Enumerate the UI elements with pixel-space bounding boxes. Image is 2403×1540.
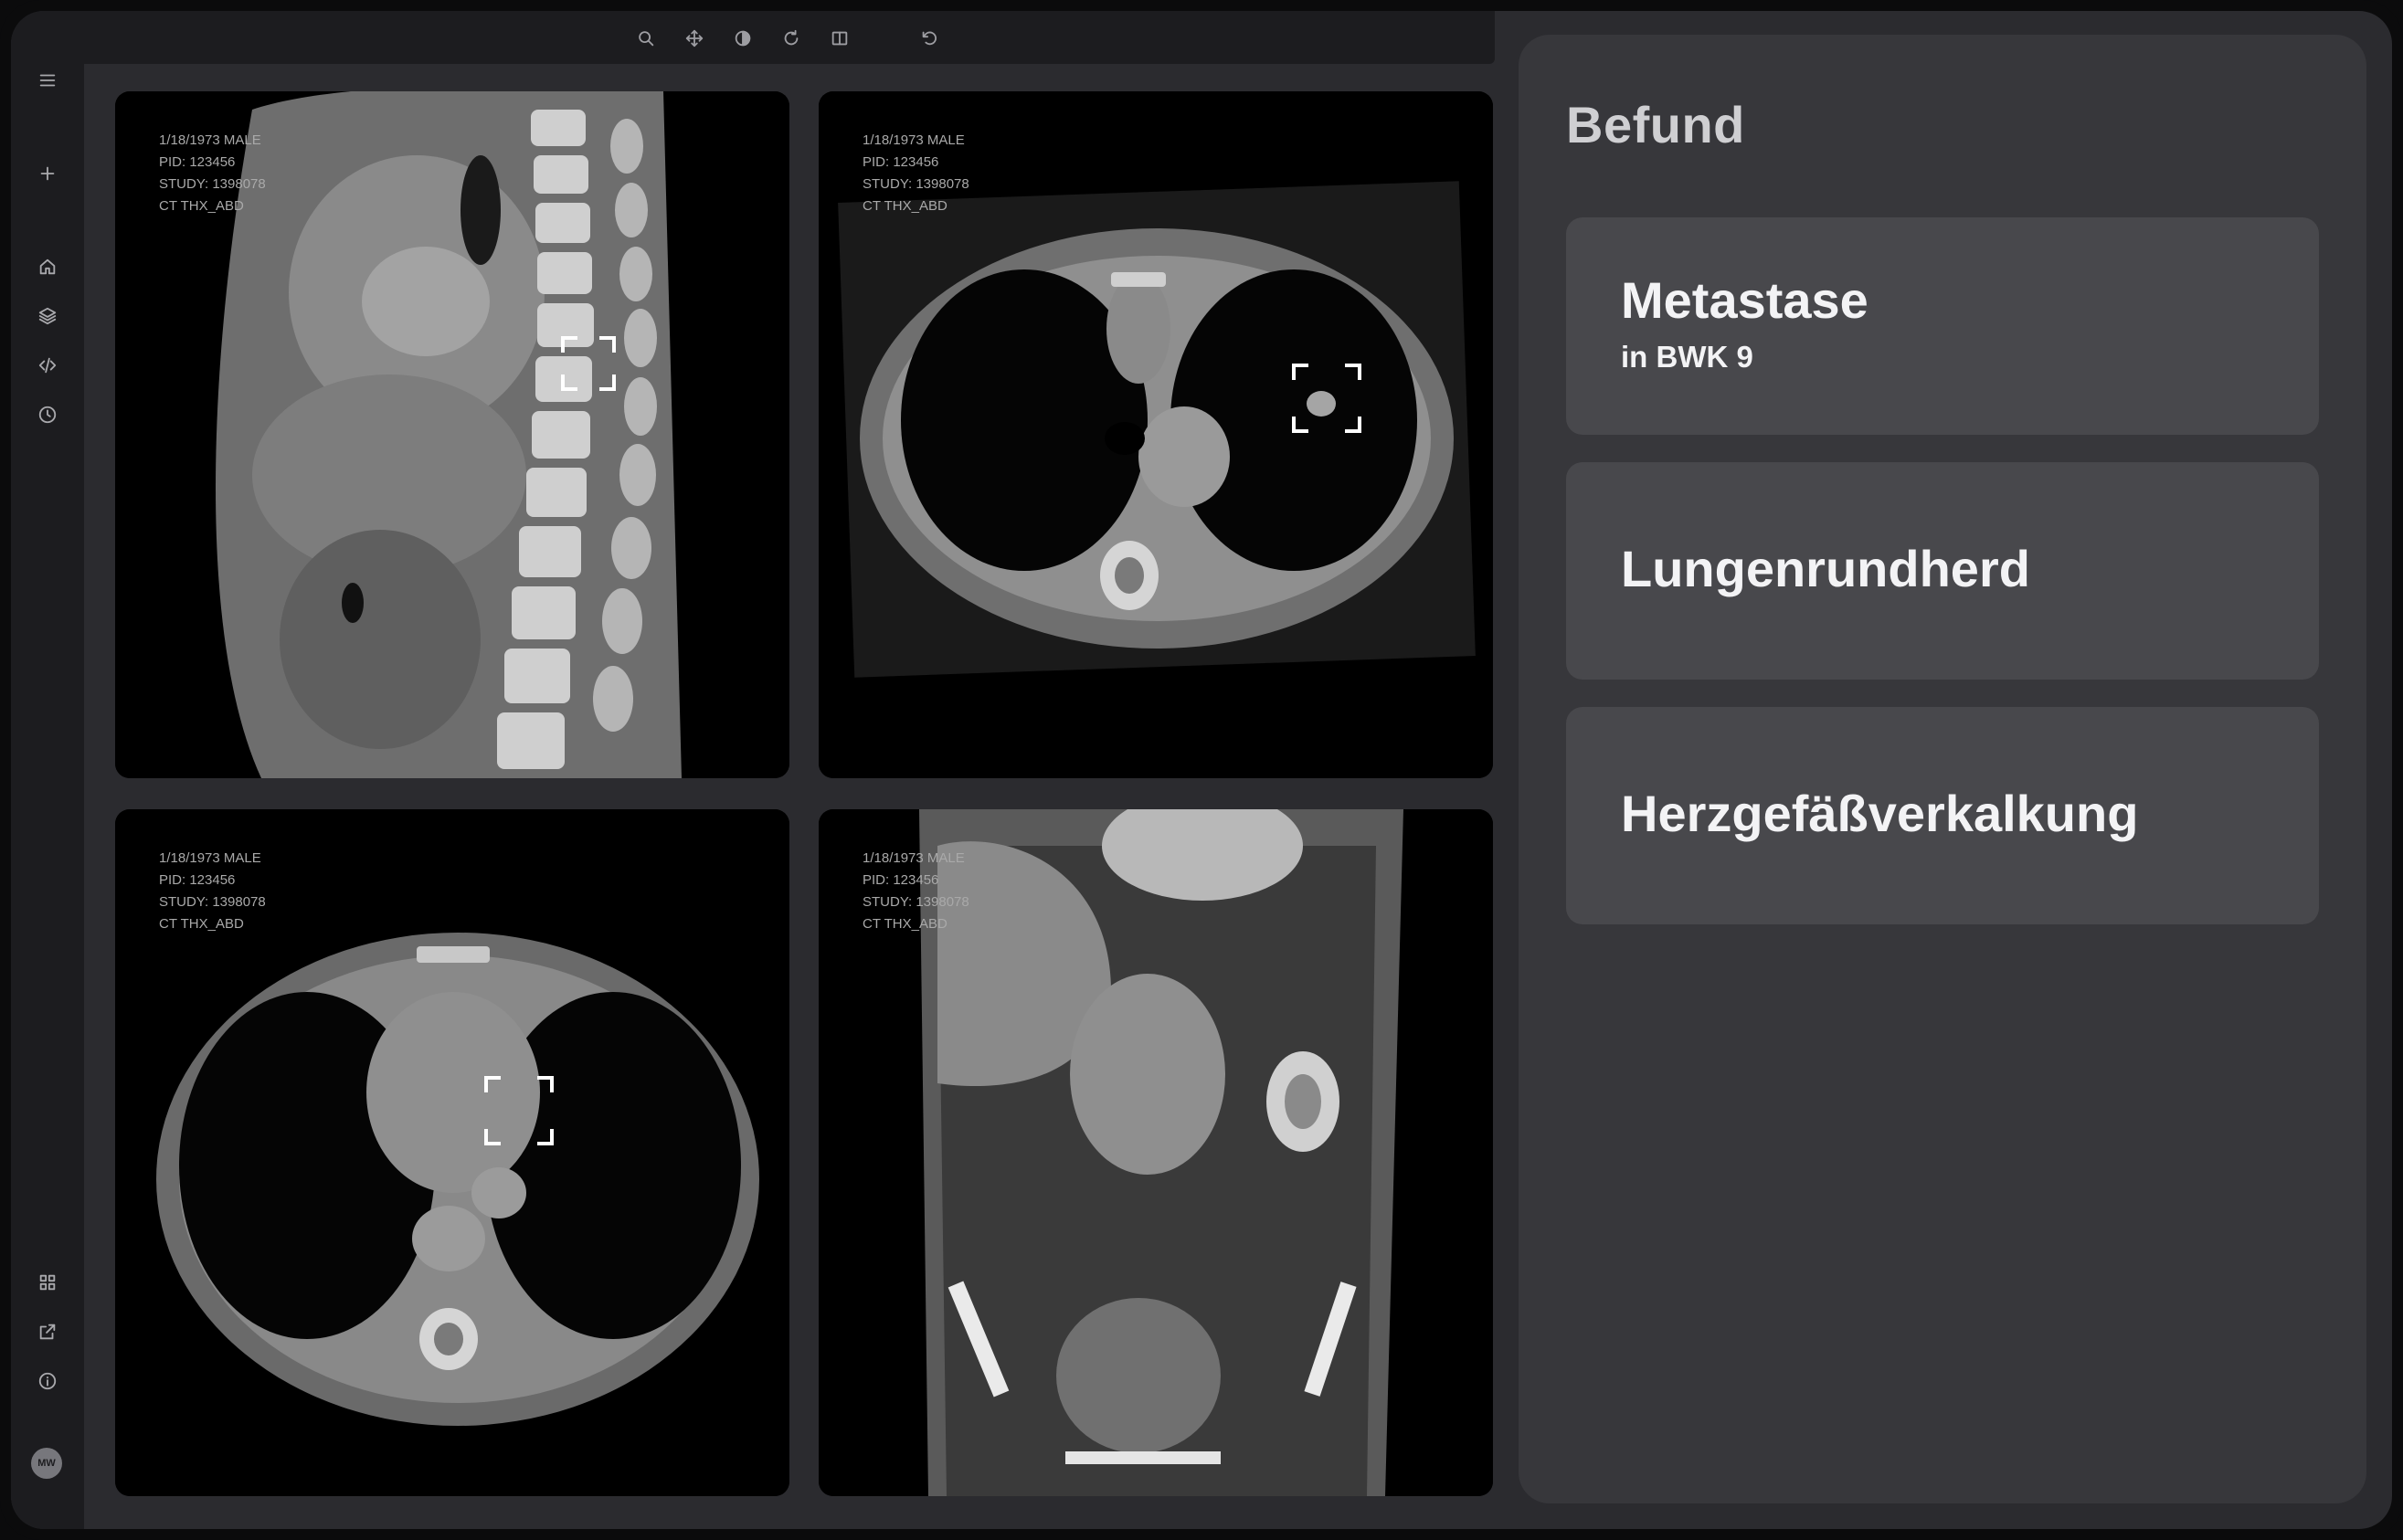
panel-title: Befund xyxy=(1566,96,1745,153)
viewport-axial-upper[interactable]: 1/18/1973 MALE PID: 123456 STUDY: 139807… xyxy=(819,91,1493,778)
viewer-toolbar xyxy=(84,11,1495,64)
patient-overlay: 1/18/1973 MALE PID: 123456 STUDY: 139807… xyxy=(863,130,969,217)
device-frame: MW 1/18/1973 MALE PID: 123456 STUDY: 139… xyxy=(0,0,2403,1540)
finding-card-metastase[interactable]: Metastase in BWK 9 xyxy=(1566,217,2319,435)
study-id: STUDY: 1398078 xyxy=(863,894,969,910)
finding-marker[interactable] xyxy=(484,1076,554,1145)
viewport-sagittal[interactable]: 1/18/1973 MALE PID: 123456 STUDY: 139807… xyxy=(115,91,789,778)
menu-icon[interactable] xyxy=(29,62,66,99)
patient-overlay: 1/18/1973 MALE PID: 123456 STUDY: 139807… xyxy=(863,848,969,935)
contrast-icon[interactable] xyxy=(725,20,761,57)
add-icon[interactable] xyxy=(29,155,66,192)
series-name: CT THX_ABD xyxy=(863,916,947,932)
finding-card-herzgefaessverkalkung[interactable]: Herzgefäßverkalkung xyxy=(1566,707,2319,924)
grid-icon[interactable] xyxy=(29,1264,66,1301)
patient-overlay: 1/18/1973 MALE PID: 123456 STUDY: 139807… xyxy=(159,130,266,217)
undo-icon[interactable] xyxy=(911,20,947,57)
finding-card-lungenrundherd[interactable]: Lungenrundherd xyxy=(1566,462,2319,680)
viewport-axial-lower[interactable]: 1/18/1973 MALE PID: 123456 STUDY: 139807… xyxy=(115,809,789,1496)
sidebar: MW xyxy=(11,11,84,1529)
finding-marker[interactable] xyxy=(1292,364,1361,433)
patient-id: PID: 123456 xyxy=(159,154,236,170)
series-name: CT THX_ABD xyxy=(863,198,947,214)
code-icon[interactable] xyxy=(29,347,66,384)
app-screen: MW 1/18/1973 MALE PID: 123456 STUDY: 139… xyxy=(11,11,2392,1529)
finding-title: Lungenrundherd xyxy=(1621,540,2030,597)
series-name: CT THX_ABD xyxy=(159,198,244,214)
patient-id: PID: 123456 xyxy=(159,872,236,888)
compare-icon[interactable] xyxy=(821,20,858,57)
viewport-coronal[interactable]: 1/18/1973 MALE PID: 123456 STUDY: 139807… xyxy=(819,809,1493,1496)
history-icon[interactable] xyxy=(29,396,66,433)
finding-title: Metastase xyxy=(1621,271,1868,329)
study-id: STUDY: 1398078 xyxy=(159,176,266,192)
pan-icon[interactable] xyxy=(676,20,713,57)
finding-subtitle: in BWK 9 xyxy=(1621,340,1753,374)
home-icon[interactable] xyxy=(29,248,66,285)
zoom-icon[interactable] xyxy=(628,20,664,57)
patient-dob-sex: 1/18/1973 MALE xyxy=(863,132,965,148)
findings-panel: Befund Metastase in BWK 9 Lungenrundherd… xyxy=(1519,35,2366,1503)
external-link-icon[interactable] xyxy=(29,1313,66,1350)
series-name: CT THX_ABD xyxy=(159,916,244,932)
patient-id: PID: 123456 xyxy=(863,872,939,888)
layers-icon[interactable] xyxy=(29,298,66,334)
info-icon[interactable] xyxy=(29,1363,66,1399)
patient-overlay: 1/18/1973 MALE PID: 123456 STUDY: 139807… xyxy=(159,848,266,935)
finding-title: Herzgefäßverkalkung xyxy=(1621,785,2139,842)
rotate-icon[interactable] xyxy=(773,20,810,57)
study-id: STUDY: 1398078 xyxy=(159,894,266,910)
patient-dob-sex: 1/18/1973 MALE xyxy=(159,132,261,148)
finding-marker[interactable] xyxy=(561,336,616,391)
study-id: STUDY: 1398078 xyxy=(863,176,969,192)
patient-dob-sex: 1/18/1973 MALE xyxy=(159,850,261,866)
patient-dob-sex: 1/18/1973 MALE xyxy=(863,850,965,866)
avatar[interactable]: MW xyxy=(31,1448,62,1479)
patient-id: PID: 123456 xyxy=(863,154,939,170)
